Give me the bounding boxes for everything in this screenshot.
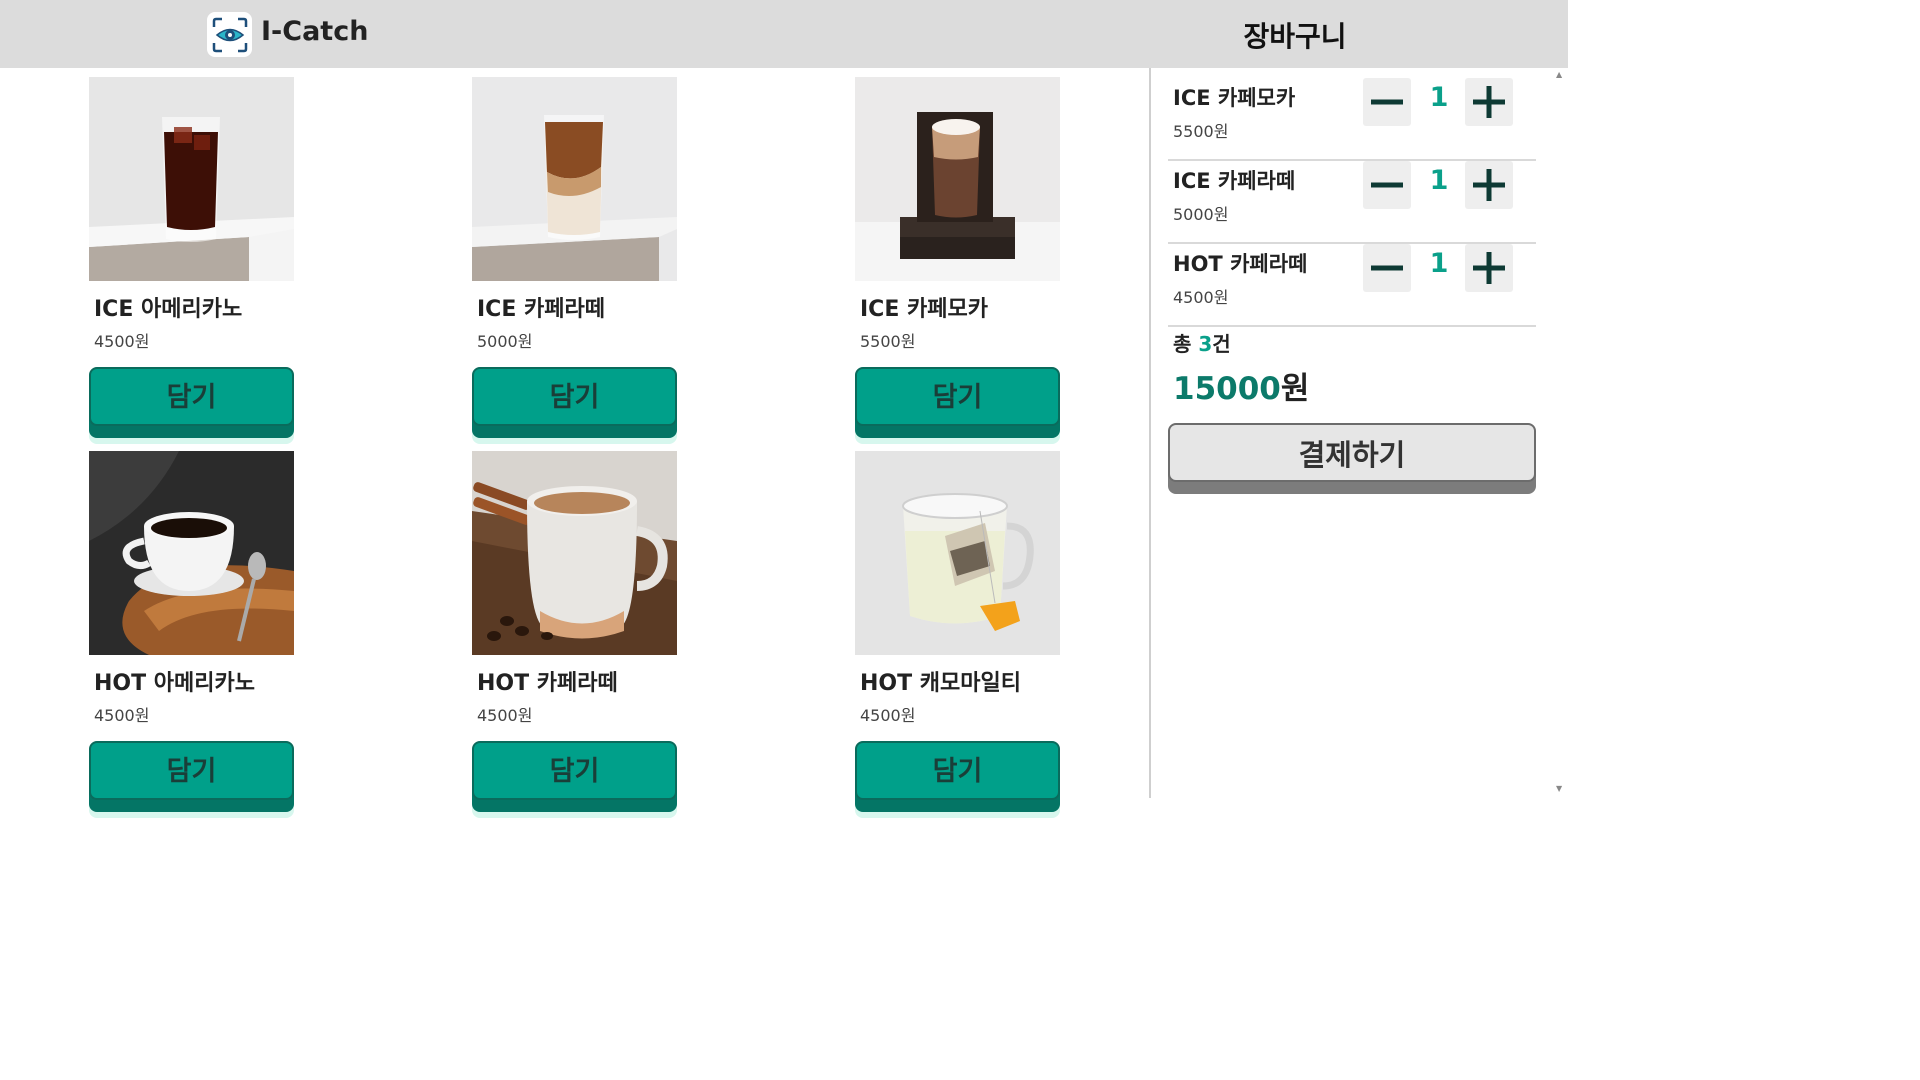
cart-item-name: HOT 카페라떼: [1173, 252, 1308, 276]
product-name: HOT 카페라떼: [477, 671, 618, 696]
cart-total-amount: 15000원: [1173, 363, 1309, 408]
menu-card: HOT 캐모마일티 4500원 담기: [855, 451, 1060, 800]
app-logo: [207, 12, 252, 57]
hot-americano-image: [89, 451, 294, 655]
add-to-cart-button[interactable]: 담기: [89, 367, 294, 426]
ice-americano-image: [89, 77, 294, 281]
add-to-cart-button[interactable]: 담기: [89, 741, 294, 800]
hot-chamomile-image: [855, 451, 1060, 655]
menu-card: ICE 카페라떼 5000원 담기: [472, 77, 677, 426]
product-price: 4500원: [477, 706, 533, 725]
cart-item-name: ICE 카페라떼: [1173, 169, 1296, 193]
scroll-up-arrow-icon[interactable]: ▲: [1556, 70, 1562, 79]
total-suffix: 건: [1212, 332, 1231, 356]
menu-card: ICE 아메리카노 4500원 담기: [89, 77, 294, 426]
cart-item: HOT 카페라떼 4500원 1: [1168, 244, 1536, 327]
cart-item-price: 5000원: [1173, 205, 1229, 224]
decrease-quantity-button[interactable]: [1363, 244, 1411, 292]
product-price: 5500원: [860, 332, 916, 351]
minus-icon: [1371, 99, 1403, 105]
eye-scan-icon: [212, 17, 247, 52]
total-count-number: 3: [1198, 332, 1213, 356]
scroll-down-arrow-icon[interactable]: ▼: [1556, 784, 1562, 793]
top-bar: I-Catch 장바구니: [0, 0, 1568, 68]
cart-item: ICE 카페모카 5500원 1: [1168, 78, 1536, 161]
brand-name: I-Catch: [261, 16, 369, 47]
increase-quantity-button[interactable]: [1465, 161, 1513, 209]
product-price: 4500원: [94, 706, 150, 725]
product-name: ICE 카페라떼: [477, 297, 605, 322]
cart-item: ICE 카페라떼 5000원 1: [1168, 161, 1536, 244]
decrease-quantity-button[interactable]: [1363, 78, 1411, 126]
cart-total-count: 총 3건: [1173, 328, 1231, 357]
cart-item-quantity: 1: [1429, 82, 1449, 113]
increase-quantity-button[interactable]: [1465, 244, 1513, 292]
add-to-cart-button[interactable]: 담기: [472, 741, 677, 800]
minus-icon: [1371, 182, 1403, 188]
plus-icon: [1473, 252, 1505, 284]
ice-latte-image: [472, 77, 677, 281]
cart-item-name: ICE 카페모카: [1173, 86, 1296, 110]
panel-divider: [1149, 68, 1151, 798]
cart-item-price: 5500원: [1173, 122, 1229, 141]
total-prefix: 총: [1173, 332, 1192, 356]
product-price: 4500원: [94, 332, 150, 351]
product-name: ICE 카페모카: [860, 297, 988, 322]
ice-mocha-image: [855, 77, 1060, 281]
cart-title: 장바구니: [1243, 20, 1347, 53]
menu-card: HOT 아메리카노 4500원 담기: [89, 451, 294, 800]
minus-icon: [1371, 265, 1403, 271]
cart-item-price: 4500원: [1173, 288, 1229, 307]
checkout-button[interactable]: 결제하기: [1168, 423, 1536, 482]
product-name: ICE 아메리카노: [94, 297, 243, 322]
hot-latte-image: [472, 451, 677, 655]
plus-icon: [1473, 86, 1505, 118]
cart-item-quantity: 1: [1429, 165, 1449, 196]
add-to-cart-button[interactable]: 담기: [472, 367, 677, 426]
decrease-quantity-button[interactable]: [1363, 161, 1411, 209]
product-price: 5000원: [477, 332, 533, 351]
add-to-cart-button[interactable]: 담기: [855, 367, 1060, 426]
cart-item-quantity: 1: [1429, 248, 1449, 279]
menu-card: HOT 카페라떼 4500원 담기: [472, 451, 677, 800]
increase-quantity-button[interactable]: [1465, 78, 1513, 126]
product-price: 4500원: [860, 706, 916, 725]
total-amount-unit: 원: [1280, 371, 1310, 407]
add-to-cart-button[interactable]: 담기: [855, 741, 1060, 800]
menu-card: ICE 카페모카 5500원 담기: [855, 77, 1060, 426]
product-name: HOT 캐모마일티: [860, 671, 1021, 696]
total-amount-number: 15000: [1173, 371, 1281, 407]
product-name: HOT 아메리카노: [94, 671, 255, 696]
plus-icon: [1473, 169, 1505, 201]
